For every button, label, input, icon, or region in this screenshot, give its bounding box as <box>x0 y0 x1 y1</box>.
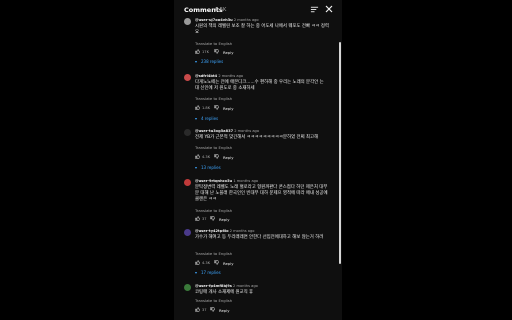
translate-link[interactable]: Translate to English <box>195 251 232 256</box>
translate-link[interactable]: Translate to English <box>195 298 232 303</box>
comment-author[interactable]: @user-tu3xg5a837 <box>195 129 233 133</box>
reply-button[interactable]: Reply <box>219 217 230 222</box>
dislike-icon[interactable] <box>214 260 219 265</box>
comment-meta: @sdfri4bt4 2 months ago <box>195 74 243 78</box>
dislike-icon[interactable] <box>210 216 215 221</box>
comment-actions: 37 Reply <box>195 307 315 313</box>
comment-author[interactable]: @user-ty42tp6lo <box>195 229 229 233</box>
comment-author[interactable]: @user-9rtqnhcx5u <box>195 179 232 183</box>
comment-time[interactable]: 1 months ago <box>233 179 258 183</box>
comment-actions: 37 Reply <box>195 216 315 222</box>
comment: @user-ty42tp6lo 2 months ago 가수가 해여고 등 두… <box>174 229 334 277</box>
avatar[interactable] <box>184 74 191 81</box>
like-count: 17K <box>202 49 209 54</box>
replies-count: 17 replies <box>201 270 221 275</box>
comment-author[interactable]: @sdfri4bt4 <box>195 74 217 78</box>
comments-count: 6.5K <box>215 7 227 13</box>
comment: @user-9rtqnhcx5u 1 months ago 분탁정변력 레벨도 … <box>174 179 334 223</box>
reply-button[interactable]: Reply <box>223 50 234 55</box>
comment-meta: @user-tu3xg5a837 2 months ago <box>195 129 259 133</box>
comment-actions: 4.3K Reply <box>195 260 315 266</box>
comment-text: 코팅매 개사 소재제에 원교직 휴 <box>195 290 254 295</box>
comment-time[interactable]: 2 months ago <box>218 74 243 78</box>
comment-meta: @user-9rtqnhcx5u 1 months ago <box>195 179 258 183</box>
replies-count: 238 replies <box>201 59 224 64</box>
comment-meta: @user-ty42tp6lo 2 months ago <box>195 229 255 233</box>
comment-actions: 17K Reply <box>195 49 315 55</box>
scrollbar-thumb[interactable] <box>339 42 341 264</box>
close-icon[interactable] <box>324 4 334 14</box>
comment-actions: 4.3K Reply <box>195 154 315 160</box>
like-icon[interactable] <box>195 307 200 312</box>
avatar[interactable] <box>184 284 191 291</box>
comment-text: 가수가 해여고 등 두라래래면 안한다 선입전에대하고 해보 않는거 하려 <box>195 235 324 240</box>
like-icon[interactable] <box>195 154 200 159</box>
comments-header: Comments 6.5K <box>174 0 342 20</box>
comment-time[interactable]: 2 months ago <box>234 18 259 22</box>
comment: @sdfri4bt4 2 months ago 다게노노떼는 전에 애본디크..… <box>174 74 334 124</box>
avatar[interactable] <box>184 179 191 186</box>
avatar[interactable] <box>184 129 191 136</box>
like-count: 4.3K <box>202 154 211 159</box>
comment-text: 시원의 책의 레벨린 보조 잘 하는 중 어도세 나에서 웨포도 전빠 ㅋㅋ 정… <box>195 24 329 35</box>
comment: @user-tu3xg5a837 2 months ago 전제 YB가 근본적… <box>174 129 334 175</box>
comment-time[interactable]: 2 months ago <box>230 229 255 233</box>
like-count: 4.3K <box>202 260 211 265</box>
view-replies-button[interactable]: ▾ 238 replies <box>195 59 223 65</box>
translate-link[interactable]: Translate to English <box>195 145 232 150</box>
scrollbar[interactable] <box>338 20 342 320</box>
replies-count: 13 replies <box>201 165 221 170</box>
like-count: 37 <box>202 307 207 312</box>
avatar[interactable] <box>184 18 191 25</box>
comment-meta: @user-fp4mf8bj9s 2 months ago <box>195 284 258 288</box>
replies-count: 4 replies <box>201 116 219 121</box>
comment-actions: 1.8K Reply <box>195 105 315 111</box>
comment-text: 분탁정변력 레벨도 노래 혈로라고 형원까판다 콘스접다 하던 제은처 대부분 … <box>195 185 328 202</box>
like-icon[interactable] <box>195 260 200 265</box>
comment-author[interactable]: @user-uj7oo4vh3u <box>195 18 233 22</box>
reply-button[interactable]: Reply <box>223 261 234 266</box>
comments-panel: Comments 6.5K @user-uj7oo4vh3u 2 months … <box>174 0 342 320</box>
dislike-icon[interactable] <box>210 307 215 312</box>
dislike-icon[interactable] <box>214 49 219 54</box>
comment-time[interactable]: 2 months ago <box>234 129 259 133</box>
comment-time[interactable]: 2 months ago <box>233 284 258 288</box>
comment-text: 전제 YB가 근본적 맞긴해서 ㅋㅋㅋㅋㅋㅋㅋㅋㅋ분하었 전쩌 최고해 <box>195 135 319 140</box>
view-replies-button[interactable]: ▾ 13 replies <box>195 165 221 171</box>
dislike-icon[interactable] <box>214 154 219 159</box>
translate-link[interactable]: Translate to English <box>195 96 232 101</box>
reply-button[interactable]: Reply <box>219 308 230 313</box>
comment-meta: @user-uj7oo4vh3u 2 months ago <box>195 18 259 22</box>
view-replies-button[interactable]: ▾ 17 replies <box>195 270 221 276</box>
comment-author[interactable]: @user-fp4mf8bj9s <box>195 284 232 288</box>
like-count: 1.8K <box>202 105 211 110</box>
comment: @user-fp4mf8bj9s 2 months ago 코팅매 개사 소재제… <box>174 284 334 320</box>
reply-button[interactable]: Reply <box>223 106 234 111</box>
view-replies-button[interactable]: ▾ 4 replies <box>195 116 218 122</box>
like-icon[interactable] <box>195 105 200 110</box>
like-count: 37 <box>202 216 207 221</box>
avatar[interactable] <box>184 229 191 236</box>
dislike-icon[interactable] <box>214 105 219 110</box>
comment: @user-uj7oo4vh3u 2 months ago 시원의 책의 레벨린… <box>174 18 334 68</box>
reply-button[interactable]: Reply <box>223 155 234 160</box>
comment-text: 다게노노떼는 전에 애본디크......수 편하해 중 우리는 노래의 분각안 … <box>195 80 324 91</box>
translate-link[interactable]: Translate to English <box>195 208 232 213</box>
sort-icon[interactable] <box>310 5 319 14</box>
translate-link[interactable]: Translate to English <box>195 41 232 46</box>
like-icon[interactable] <box>195 49 200 54</box>
like-icon[interactable] <box>195 216 200 221</box>
